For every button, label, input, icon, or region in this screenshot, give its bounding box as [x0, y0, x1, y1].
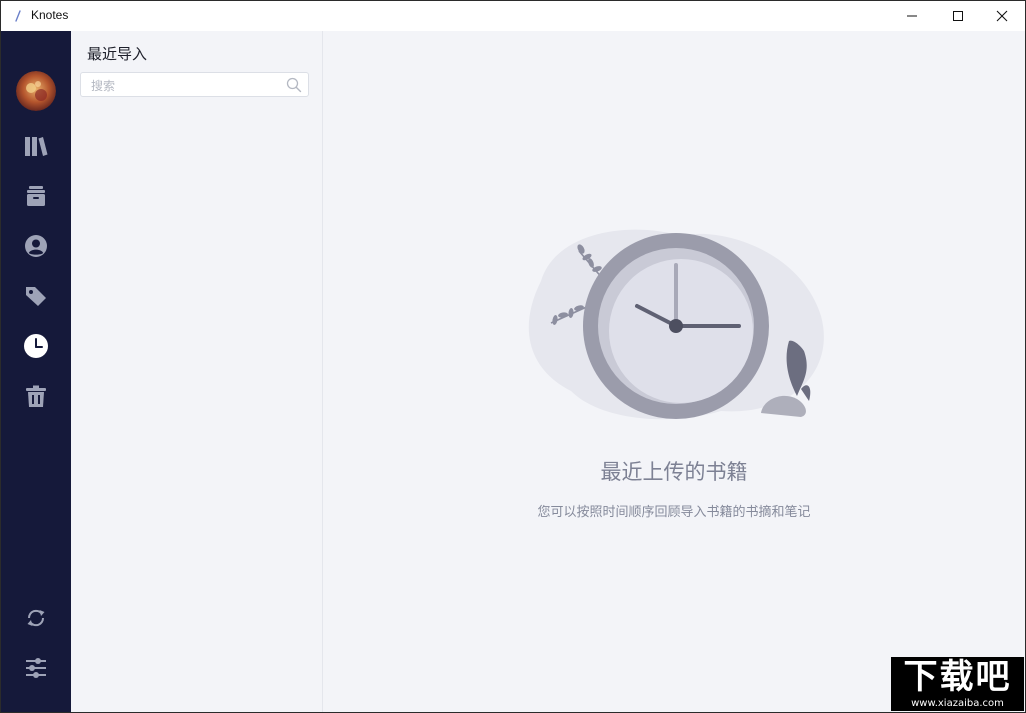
app-window: Knotes 最近导入 搜索 最近上传的书籍 您可以按照时间顺序回顾导入书籍的书…	[0, 0, 1026, 713]
close-icon	[996, 10, 1008, 22]
settings-button[interactable]	[23, 655, 49, 681]
minimize-button[interactable]	[889, 1, 935, 31]
tag-icon	[26, 287, 46, 306]
watermark-main-text: 下载吧	[903, 657, 1012, 697]
nav-tags[interactable]	[23, 283, 49, 309]
minimize-icon	[907, 15, 917, 17]
nav-trash[interactable]	[23, 383, 49, 409]
nav-authors[interactable]	[23, 233, 49, 259]
empty-state-description: 您可以按照时间顺序回顾导入书籍的书摘和笔记	[537, 505, 811, 520]
nav-recent[interactable]	[23, 333, 49, 359]
maximize-button[interactable]	[935, 1, 981, 31]
sync-button[interactable]	[23, 605, 49, 631]
search-input[interactable]	[89, 76, 283, 95]
search-icon[interactable]	[286, 77, 302, 93]
list-panel: 最近导入	[71, 31, 323, 712]
maximize-icon	[953, 11, 963, 21]
nav-library[interactable]	[23, 133, 49, 159]
clock-icon	[24, 334, 48, 358]
nav-archive[interactable]	[23, 183, 49, 209]
title-bar[interactable]: Knotes	[1, 1, 1025, 31]
archive-box-icon	[27, 186, 45, 206]
user-circle-icon	[25, 235, 47, 257]
empty-clock-illustration	[528, 229, 824, 420]
user-avatar[interactable]	[16, 71, 56, 111]
close-button[interactable]	[979, 1, 1025, 31]
settings-sliders-icon	[26, 658, 46, 678]
watermark-logo: 下载吧 www.xiazaiba.com	[891, 657, 1024, 711]
watermark-url: www.xiazaiba.com	[911, 698, 1004, 709]
avatar-image	[16, 71, 56, 111]
bookshelf-icon	[25, 137, 48, 156]
main-content: 最近上传的书籍 您可以按照时间顺序回顾导入书籍的书摘和笔记	[323, 31, 1025, 712]
app-logo-icon	[15, 10, 21, 22]
trash-icon	[26, 385, 46, 407]
search-box[interactable]	[80, 72, 309, 97]
empty-state-title: 最近上传的书籍	[600, 460, 748, 484]
panel-title: 最近导入	[87, 45, 148, 63]
window-title: Knotes	[31, 8, 69, 22]
nav-rail	[1, 31, 71, 712]
sync-icon	[27, 609, 45, 627]
